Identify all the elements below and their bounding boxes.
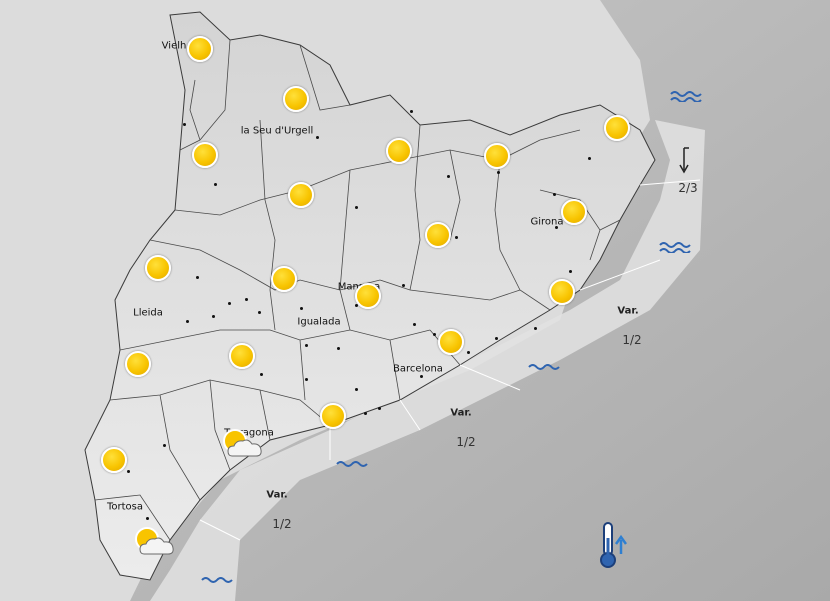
town-dot	[495, 337, 498, 340]
city-label-tortosa: Tortosa	[106, 501, 144, 513]
town-dot	[569, 270, 572, 273]
sun-icon	[320, 403, 346, 429]
sun-icon	[355, 283, 381, 309]
town-dot	[245, 298, 248, 301]
town-dot	[433, 333, 436, 336]
sun-icon	[288, 182, 314, 208]
town-dot	[258, 311, 261, 314]
town-dot	[186, 320, 189, 323]
waves-icon	[528, 364, 560, 370]
town-dot	[212, 315, 215, 318]
sun-icon	[125, 351, 151, 377]
sun-icon	[438, 329, 464, 355]
sea-state-value: 1/2	[456, 435, 476, 449]
town-dot	[455, 236, 458, 239]
sun-icon	[101, 447, 127, 473]
city-label-igualada: Igualada	[297, 316, 341, 328]
sun-icon	[145, 255, 171, 281]
town-dot	[183, 123, 186, 126]
town-dot	[196, 276, 199, 279]
sun-behind-cloud-icon	[223, 429, 262, 457]
sun-icon	[187, 36, 213, 62]
thermometer-rising-icon	[600, 522, 627, 568]
town-dot	[163, 444, 166, 447]
sea-direction-label: Var.	[617, 305, 639, 317]
city-label-la-seu-durgell: la Seu d'Urgell	[240, 125, 314, 137]
town-dot	[413, 323, 416, 326]
town-dot	[364, 412, 367, 415]
town-dot	[553, 193, 556, 196]
town-dot	[305, 344, 308, 347]
town-dot	[402, 284, 405, 287]
sea-direction-label: Var.	[266, 489, 288, 501]
town-dot	[316, 136, 319, 139]
town-dot	[588, 157, 591, 160]
town-dot	[127, 470, 130, 473]
town-dot	[260, 373, 263, 376]
sun-icon	[549, 279, 575, 305]
sea-state-value: 1/2	[622, 333, 642, 347]
town-dot	[355, 388, 358, 391]
weather-map: Vielh la Seu d'Urgell Girona Lleida Manr…	[0, 0, 830, 601]
sun-icon	[283, 86, 309, 112]
town-dot	[378, 407, 381, 410]
town-dot	[355, 206, 358, 209]
sun-icon	[229, 343, 255, 369]
waves-icon	[201, 577, 233, 583]
waves-icon	[659, 242, 691, 253]
sun-icon	[425, 222, 451, 248]
sea-state-value: 1/2	[272, 517, 292, 531]
sun-behind-cloud-icon	[135, 527, 174, 555]
wind-arrow-icon	[679, 147, 689, 174]
city-label-girona: Girona	[530, 216, 564, 228]
town-dot	[146, 517, 149, 520]
city-label-vielh: Vielh	[161, 40, 187, 52]
town-dot	[337, 347, 340, 350]
sun-icon	[484, 143, 510, 169]
sun-icon	[604, 115, 630, 141]
town-dot	[447, 175, 450, 178]
town-dot	[214, 183, 217, 186]
sea-state-value: 2/3	[678, 181, 698, 195]
town-dot	[420, 375, 423, 378]
town-dot	[305, 378, 308, 381]
town-dot	[410, 110, 413, 113]
sea-direction-label: Var.	[450, 407, 472, 419]
waves-icon	[336, 461, 368, 467]
town-dot	[300, 307, 303, 310]
sun-icon	[192, 142, 218, 168]
town-dot	[497, 171, 500, 174]
town-dot	[534, 327, 537, 330]
sun-icon	[386, 138, 412, 164]
city-label-barcelona: Barcelona	[393, 363, 443, 375]
waves-icon	[670, 91, 702, 102]
town-dot	[228, 302, 231, 305]
sun-icon	[561, 199, 587, 225]
city-label-lleida: Lleida	[133, 307, 163, 319]
town-dot	[467, 351, 470, 354]
sun-icon	[271, 266, 297, 292]
